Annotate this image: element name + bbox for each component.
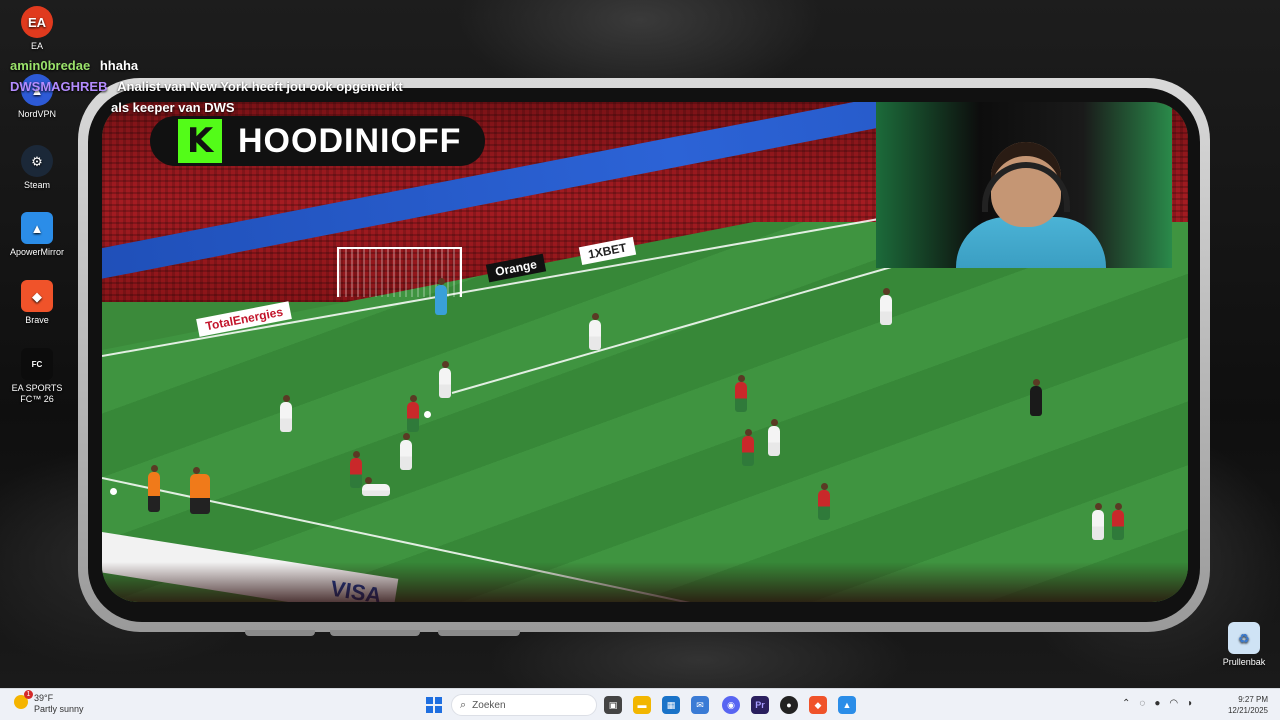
- wifi-icon[interactable]: ◠: [1169, 698, 1178, 709]
- football: [110, 488, 117, 495]
- player: [1092, 503, 1104, 540]
- weather-widget[interactable]: 39°F Partly sunny: [14, 690, 84, 715]
- clock-date: 12/21/2025: [1227, 706, 1268, 715]
- clock-time: 9:27 PM: [1238, 695, 1268, 704]
- premiere-icon[interactable]: Pr: [751, 696, 769, 714]
- desktop-icon-ea-sports-fc[interactable]: FC EA SPORTS FC™ 26: [1, 348, 73, 405]
- player: [735, 375, 747, 412]
- obs-icon[interactable]: ●: [780, 696, 798, 714]
- phone-side-button: [330, 630, 420, 636]
- chat-message: DWSMAGHREB Analist van New York heeft jo…: [10, 76, 430, 97]
- chat-message: als keeper van DWS: [10, 97, 430, 118]
- steward: [148, 465, 160, 512]
- football: [424, 411, 431, 418]
- camera-operator: [190, 467, 210, 514]
- brave-icon: ◆: [21, 280, 53, 312]
- network-icon[interactable]: ◌: [1139, 698, 1145, 709]
- apowermirror-icon: ▲: [21, 212, 53, 244]
- player: [350, 451, 362, 488]
- phone-side-button: [245, 630, 315, 636]
- weather-temp: 39°F: [34, 693, 54, 703]
- search-placeholder: Zoeken: [472, 699, 506, 711]
- player: [589, 313, 601, 350]
- weather-desc: Partly sunny: [34, 704, 84, 714]
- desktop-icon-apowermirror[interactable]: ▲ ApowerMirror: [1, 212, 73, 258]
- ea-icon: EA: [21, 6, 53, 38]
- player: [439, 361, 451, 398]
- player: [400, 433, 412, 470]
- desktop-icon-label: Brave: [25, 315, 49, 325]
- chat-message: amin0bredae hhaha: [10, 55, 430, 76]
- file-explorer-icon[interactable]: ▬: [633, 696, 651, 714]
- game-view[interactable]: TotalEnergies Orange 1XBET VISA K HOODIN…: [102, 102, 1188, 602]
- recycle-bin-icon: ♻: [1228, 622, 1260, 654]
- mail-icon[interactable]: ✉: [691, 696, 709, 714]
- streamer-badge: K HOODINIOFF: [150, 116, 486, 166]
- player: [768, 419, 780, 456]
- player: [407, 395, 419, 432]
- chevron-up-icon[interactable]: ⌃: [1122, 698, 1130, 709]
- taskbar: 39°F Partly sunny ⌕ Zoeken ▣ ▬ ▦ ✉ ◉ Pr …: [0, 688, 1280, 720]
- desktop-icon-label: Steam: [23, 180, 50, 190]
- chat-username: DWSMAGHREB: [10, 79, 108, 94]
- referee: [1030, 379, 1042, 416]
- brave-taskbar-icon[interactable]: ◆: [809, 696, 827, 714]
- streamer-webcam-feed: [956, 142, 1106, 268]
- lower-stand: [102, 562, 1188, 602]
- system-tray: ⌃ ◌ ● ◠ ◗: [1122, 698, 1193, 709]
- goalkeeper: [435, 278, 447, 315]
- desktop-icon-label: EA SPORTS FC™ 26: [11, 383, 63, 404]
- task-view-icon[interactable]: ▣: [604, 696, 622, 714]
- taskbar-search[interactable]: ⌕ Zoeken: [451, 694, 597, 716]
- chat-text: Analist van New York heeft jou ook opgem…: [117, 79, 403, 94]
- chat-text: hhaha: [99, 58, 139, 73]
- search-icon: ⌕: [460, 698, 467, 711]
- ea-sports-fc-icon: FC: [21, 348, 53, 380]
- desktop-icon-ea[interactable]: EA EA: [1, 6, 73, 52]
- channel-name: HOODINIOFF: [238, 121, 462, 160]
- desktop-icon-steam[interactable]: ⚙ Steam: [1, 145, 73, 191]
- apowermirror-taskbar-icon[interactable]: ▲: [838, 696, 856, 714]
- chat-username: amin0bredae: [10, 58, 91, 73]
- webcam-overlay: [876, 102, 1172, 268]
- weather-sun-icon: [14, 690, 33, 709]
- desktop-icon-label: Prullenbak: [1222, 657, 1266, 667]
- clock[interactable]: 9:27 PM 12/21/2025: [1228, 694, 1268, 716]
- start-button[interactable]: [426, 697, 442, 713]
- volume-icon[interactable]: ◗: [1187, 698, 1193, 709]
- desktop-icon-label: EA: [30, 41, 43, 51]
- desktop-icon-label: ApowerMirror: [9, 247, 64, 257]
- store-icon[interactable]: ▦: [662, 696, 680, 714]
- desktop-icon-brave[interactable]: ◆ Brave: [1, 280, 73, 326]
- phone-side-button: [438, 630, 520, 636]
- player: [880, 288, 892, 325]
- player: [742, 429, 754, 466]
- microphone-icon[interactable]: ●: [1154, 698, 1160, 709]
- chat-overlay: amin0bredae hhaha DWSMAGHREB Analist van…: [10, 55, 430, 118]
- desktop-icon-recycle-bin[interactable]: ♻ Prullenbak: [1208, 622, 1280, 668]
- player: [1112, 503, 1124, 540]
- player: [818, 483, 830, 520]
- player: [280, 395, 292, 432]
- kick-logo-icon: K: [178, 119, 222, 163]
- steam-icon: ⚙: [21, 145, 53, 177]
- discord-icon[interactable]: ◉: [722, 696, 740, 714]
- player: [362, 477, 390, 496]
- chat-text: als keeper van DWS: [111, 100, 235, 115]
